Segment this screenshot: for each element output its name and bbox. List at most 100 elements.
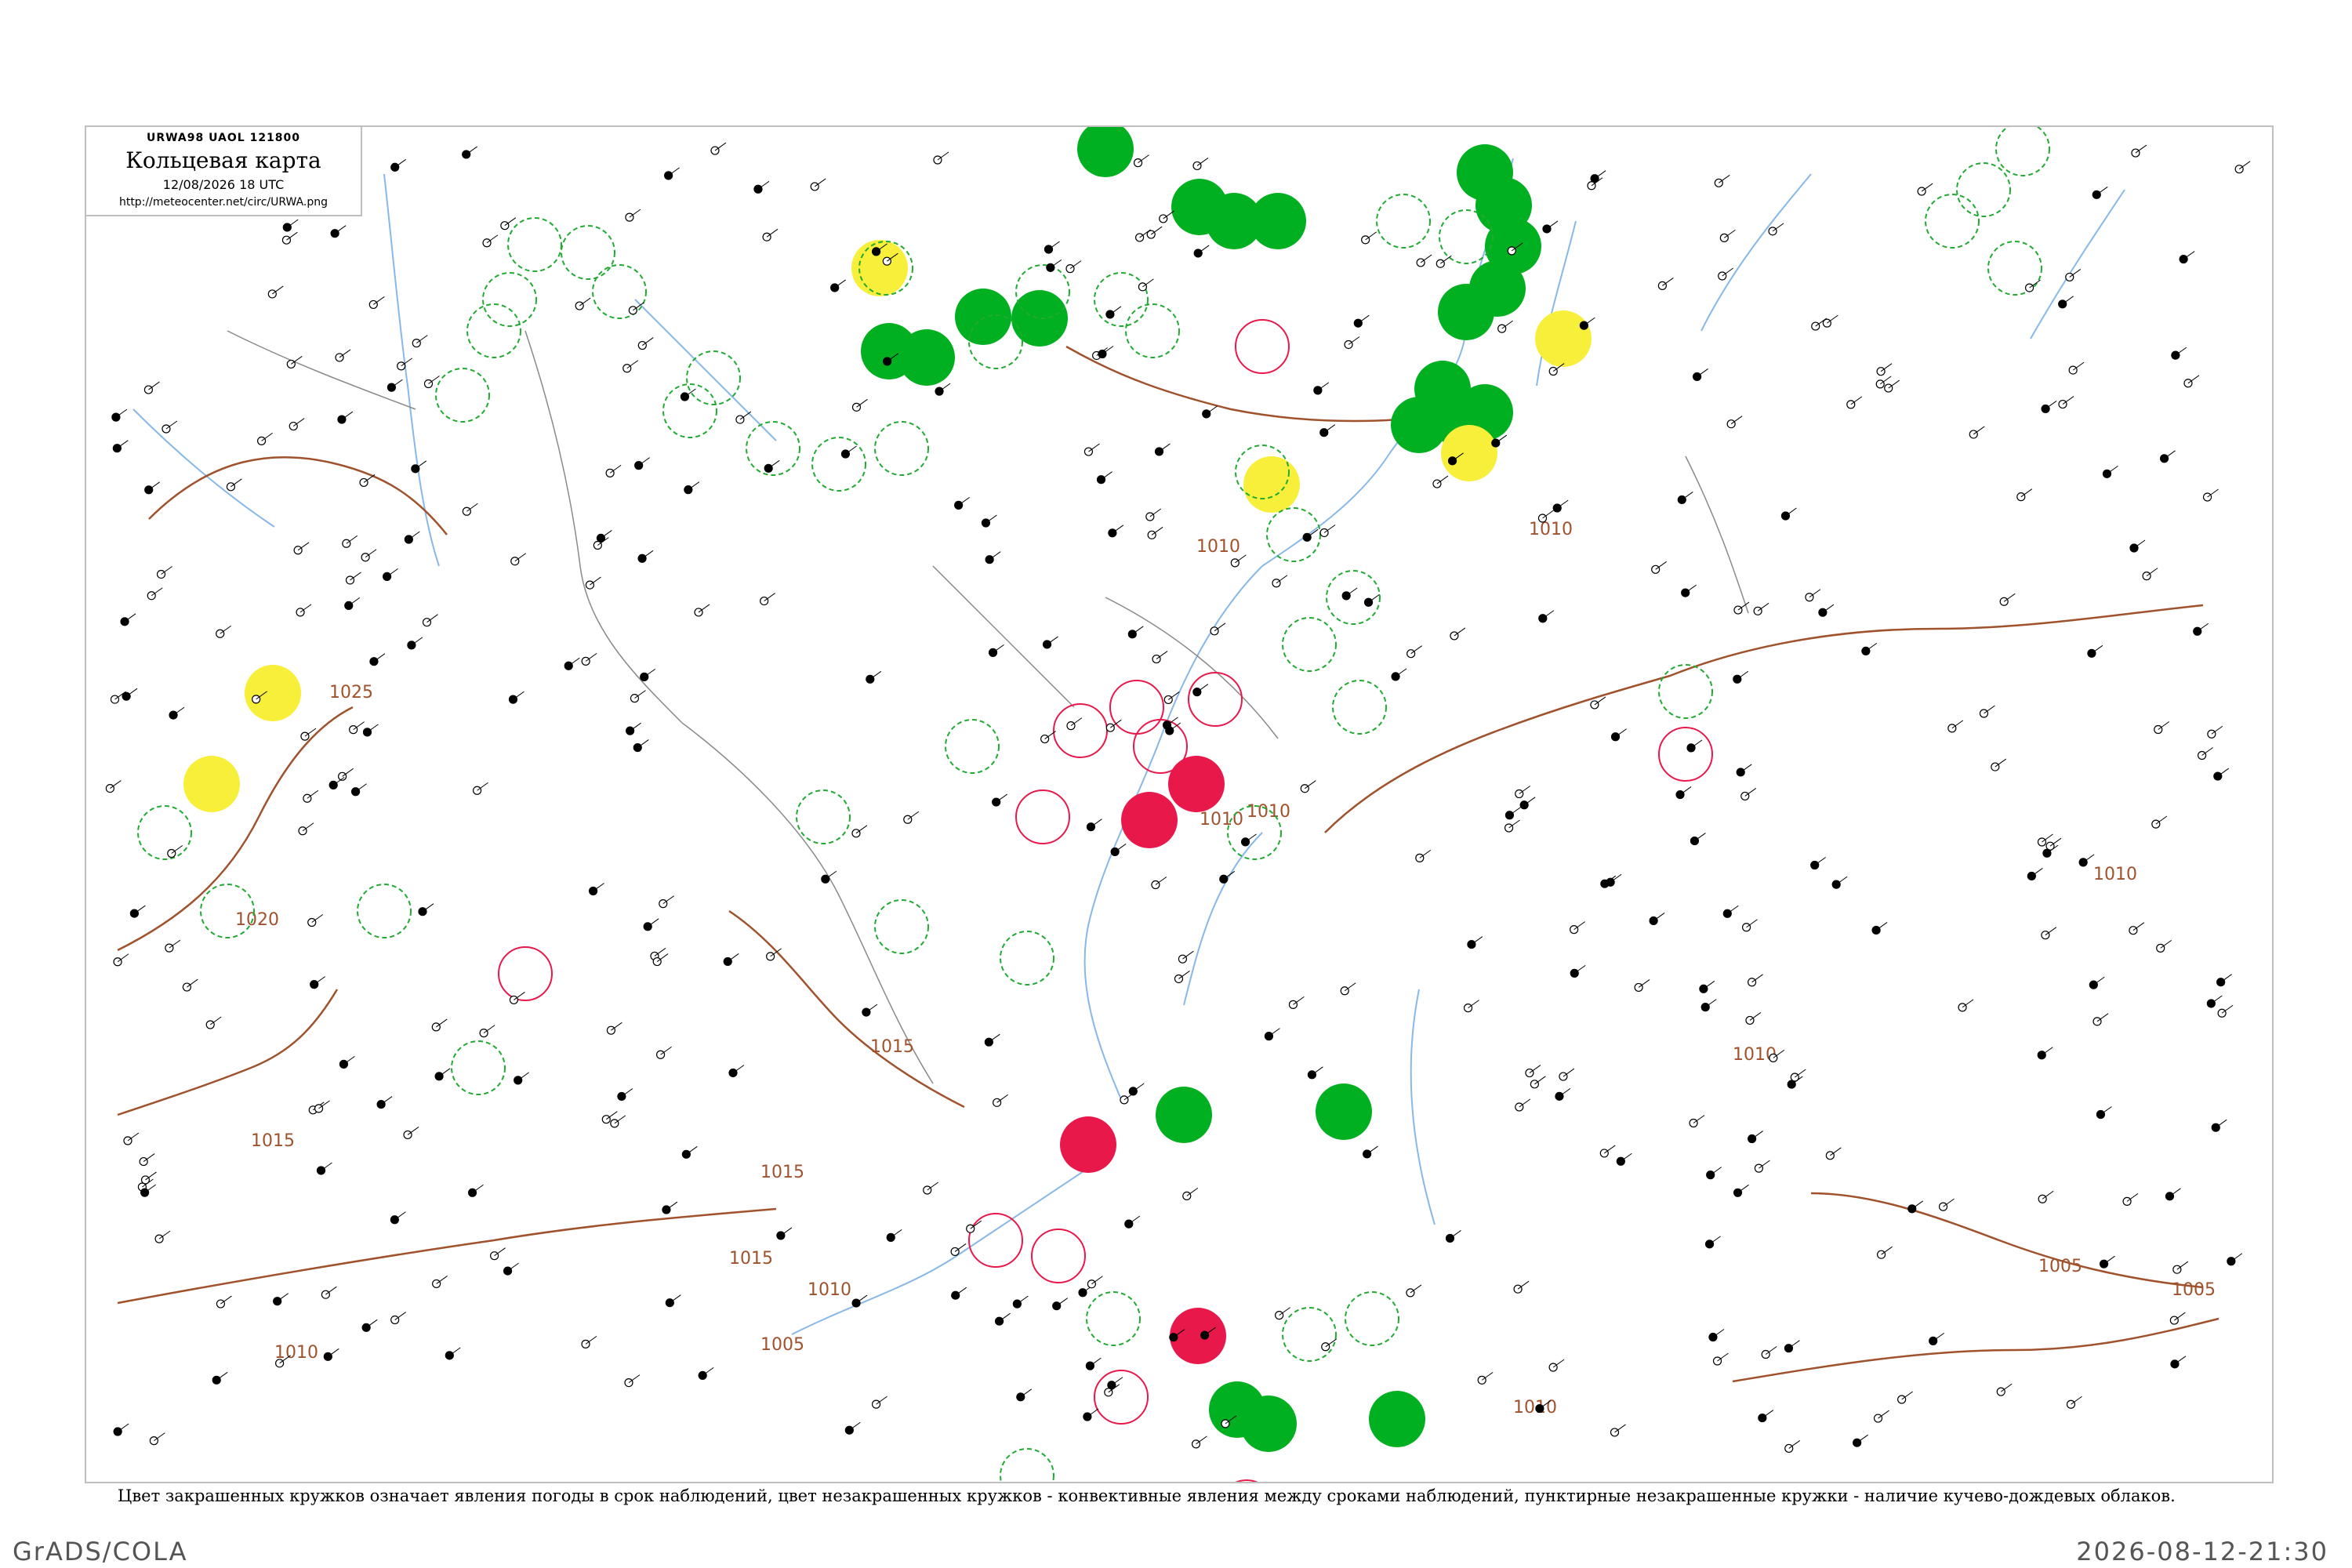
cumulonimbus-ring	[796, 789, 851, 844]
station-plot	[1098, 346, 1114, 359]
station-plot	[1559, 1068, 1575, 1081]
thunder-ring	[1133, 719, 1188, 774]
station-plot	[1288, 996, 1305, 1009]
isobar-1010-far-east	[1732, 1317, 2220, 1383]
station-plot	[1979, 705, 1995, 718]
station-plot	[1477, 1371, 1494, 1385]
cumulonimbus-ring	[466, 303, 521, 358]
station-plot	[2142, 568, 2158, 581]
station-plot	[1445, 1230, 1461, 1243]
station-plot	[1784, 1340, 1800, 1353]
station-plot	[630, 690, 646, 703]
station-plot	[1240, 833, 1257, 847]
station-plot	[1677, 492, 1693, 505]
station-plot	[293, 542, 310, 555]
map-url[interactable]: http://meteocenter.net/circ/URWA.png	[86, 196, 361, 209]
station-plot	[2154, 721, 2170, 735]
station-plot	[412, 335, 428, 348]
station-plot	[862, 1004, 878, 1017]
station-plot	[2131, 144, 2147, 158]
station-plot	[432, 1276, 448, 1289]
cumulonimbus-ring	[1376, 194, 1431, 249]
station-plot	[122, 688, 138, 701]
station-dot	[479, 1029, 488, 1038]
station-plot	[338, 768, 354, 781]
cumulonimbus-ring	[1956, 162, 2011, 217]
station-plot	[984, 1033, 1000, 1047]
weather-circle-rain	[1250, 193, 1306, 249]
cumulonimbus-ring	[1658, 664, 1713, 719]
station-dot	[165, 943, 174, 953]
station-plot	[2078, 854, 2095, 867]
station-plot	[139, 1153, 155, 1167]
station-plot	[1406, 1284, 1422, 1298]
station-plot	[1012, 1295, 1029, 1308]
station-plot	[2066, 1396, 2082, 1409]
station-dot	[112, 444, 122, 453]
station-plot	[1191, 1436, 1207, 1449]
station-plot	[1450, 627, 1466, 641]
station-plot	[1124, 1215, 1141, 1229]
station-dot	[1135, 233, 1145, 242]
station-plot	[1810, 857, 1826, 870]
station-plot	[821, 870, 837, 884]
station-plot	[1719, 229, 1736, 242]
cumulonimbus-ring	[1086, 1291, 1141, 1346]
cumulonimbus-ring	[1925, 194, 1980, 249]
isobar-label: 1005	[2038, 1257, 2082, 1276]
station-plot	[1085, 1357, 1102, 1370]
station-plot	[1853, 1434, 1868, 1447]
station-plot	[149, 1432, 165, 1446]
station-plot	[634, 457, 650, 470]
station-dot	[1599, 1149, 1609, 1158]
station-dot	[422, 618, 432, 627]
thunder-ring	[1015, 789, 1070, 844]
station-plot	[581, 652, 597, 666]
station-plot	[2129, 539, 2146, 553]
station-plot	[2227, 1253, 2243, 1266]
station-plot	[1044, 241, 1060, 254]
station-plot	[1548, 1359, 1565, 1372]
weather-circle-rain	[1156, 1087, 1212, 1143]
station-plot	[1361, 231, 1377, 245]
station-plot	[2198, 747, 2213, 760]
station-plot	[1991, 758, 2007, 771]
station-plot	[625, 209, 641, 222]
station-plot	[2217, 1004, 2234, 1018]
station-plot	[1818, 604, 1835, 617]
station-plot	[633, 739, 649, 753]
station-plot	[1515, 786, 1531, 799]
isobar-1005	[1810, 1192, 2204, 1289]
station-plot	[950, 1243, 967, 1257]
station-plot	[1391, 668, 1407, 681]
station-plot	[281, 231, 298, 245]
isobar-label: 1010	[1529, 520, 1573, 539]
station-plot	[1105, 306, 1122, 319]
weather-circle-rain	[1391, 397, 1447, 453]
station-plot	[2171, 347, 2187, 360]
station-plot	[1861, 642, 1878, 656]
station-plot	[981, 514, 997, 528]
station-plot	[993, 1094, 1008, 1107]
isobars	[117, 345, 2220, 1383]
station-plot	[1733, 670, 1749, 684]
station-plot	[2122, 1192, 2139, 1206]
station-plot	[2087, 644, 2103, 658]
station-plot	[1096, 471, 1112, 485]
station-plot	[490, 1247, 506, 1261]
station-dot	[120, 617, 129, 626]
isobar-label: 1010	[808, 1280, 851, 1300]
station-dot	[2102, 469, 2112, 478]
station-plot	[1884, 379, 1900, 393]
station-plot	[344, 597, 361, 610]
station-plot	[606, 1022, 622, 1035]
station-plot	[404, 531, 420, 544]
station-plot	[1530, 1076, 1546, 1089]
station-plot	[1230, 554, 1247, 568]
station-plot	[2183, 375, 2200, 388]
station-plot	[256, 432, 273, 446]
station-plot	[182, 978, 198, 992]
cumulonimbus-ring	[1000, 1448, 1054, 1482]
station-plot	[2213, 768, 2230, 781]
weather-map: 1025 1020 1015 1015 1015 1015 1005 1010 …	[85, 125, 2274, 1483]
